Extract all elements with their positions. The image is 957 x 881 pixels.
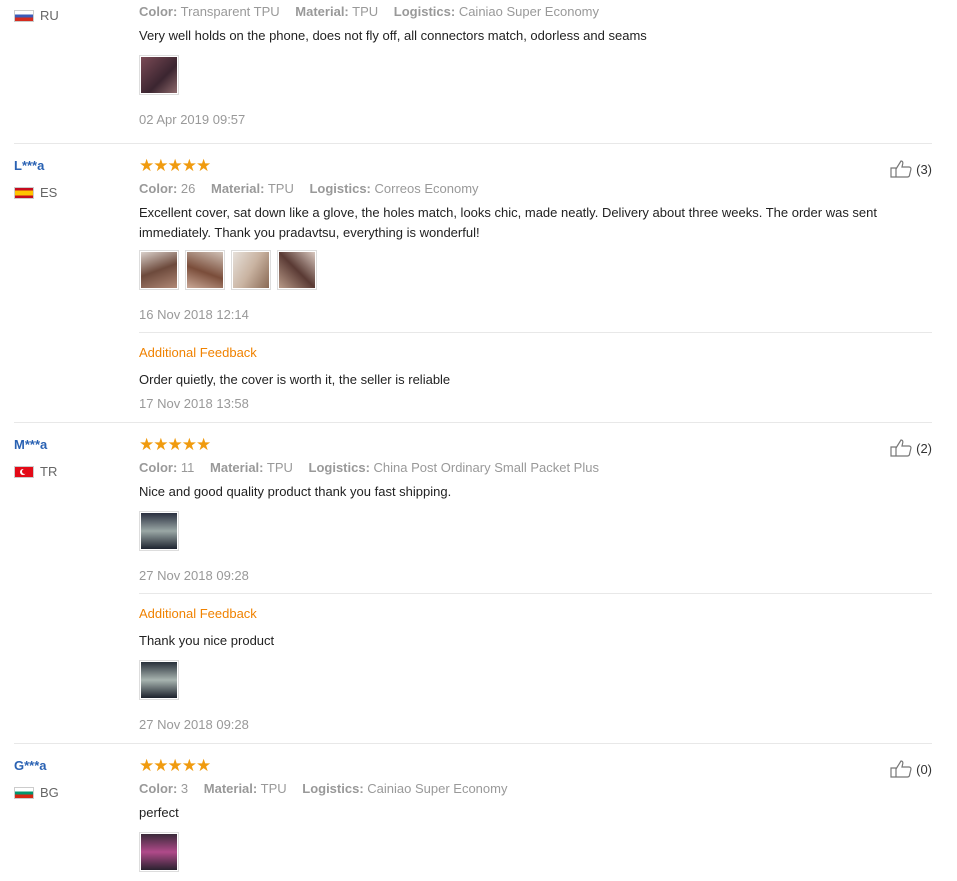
- buyer-name[interactable]: L***a: [14, 158, 44, 173]
- divider: [139, 332, 932, 333]
- helpful-button[interactable]: (2): [890, 439, 932, 457]
- review-photos: [139, 511, 179, 551]
- review-photo[interactable]: [139, 660, 179, 700]
- additional-feedback-photos: [139, 660, 179, 700]
- buyer-name[interactable]: G***a: [14, 758, 47, 773]
- divider: [14, 143, 932, 144]
- flag-bg-icon: [14, 786, 34, 799]
- divider: [14, 743, 932, 744]
- thumbs-up-icon: [890, 439, 912, 457]
- review-photo[interactable]: [139, 511, 179, 551]
- review-photo[interactable]: [185, 250, 225, 290]
- buyer-country: ES: [14, 185, 57, 200]
- flag-tr-icon: [14, 465, 34, 478]
- review-text: Nice and good quality product thank you …: [139, 484, 452, 499]
- buyer-country: BG: [14, 785, 59, 800]
- additional-feedback-date: 27 Nov 2018 09:28: [139, 717, 249, 732]
- review-date: 02 Apr 2019 09:57: [139, 112, 246, 127]
- buyer-country: RU: [14, 8, 59, 23]
- review-text: perfect: [139, 805, 179, 820]
- review-text: Excellent cover, sat down like a glove, …: [139, 205, 878, 240]
- review-photos: [139, 55, 179, 95]
- helpful-button[interactable]: (3): [890, 160, 932, 178]
- additional-feedback-title: Additional Feedback: [139, 606, 257, 621]
- review-photo[interactable]: [139, 55, 179, 95]
- sku-attributes: Color: 11 Material: TPU Logistics: China…: [139, 460, 599, 475]
- sku-attributes: Color: Transparent TPU Material: TPU Log…: [139, 4, 600, 19]
- review-photos: [139, 250, 317, 290]
- review-photo[interactable]: [139, 250, 179, 290]
- buyer-name[interactable]: M***a: [14, 437, 47, 452]
- star-rating: ★★★★★: [139, 156, 211, 175]
- divider: [139, 593, 932, 594]
- additional-feedback-title: Additional Feedback: [139, 345, 257, 360]
- additional-feedback-text: Thank you nice product: [139, 633, 275, 648]
- flag-ru-icon: [14, 9, 34, 22]
- thumbs-up-icon: [890, 160, 912, 178]
- review-text: Very well holds on the phone, does not f…: [139, 28, 647, 43]
- flag-es-icon: [14, 186, 34, 199]
- thumbs-up-icon: [890, 760, 912, 778]
- additional-feedback-text: Order quietly, the cover is worth it, th…: [139, 372, 451, 387]
- review-photo[interactable]: [231, 250, 271, 290]
- helpful-button[interactable]: (0): [890, 760, 932, 778]
- review-date: 27 Nov 2018 09:28: [139, 568, 249, 583]
- star-rating: ★★★★★: [139, 756, 211, 775]
- review-photo[interactable]: [139, 832, 179, 872]
- sku-attributes: Color: 3 Material: TPU Logistics: Cainia…: [139, 781, 508, 796]
- divider: [14, 422, 932, 423]
- star-rating: ★★★★★: [139, 435, 211, 454]
- additional-feedback-date: 17 Nov 2018 13:58: [139, 396, 249, 411]
- review-date: 16 Nov 2018 12:14: [139, 307, 249, 322]
- sku-attributes: Color: 26 Material: TPU Logistics: Corre…: [139, 181, 479, 196]
- review-photos: [139, 832, 179, 872]
- buyer-country: TR: [14, 464, 57, 479]
- review-photo[interactable]: [277, 250, 317, 290]
